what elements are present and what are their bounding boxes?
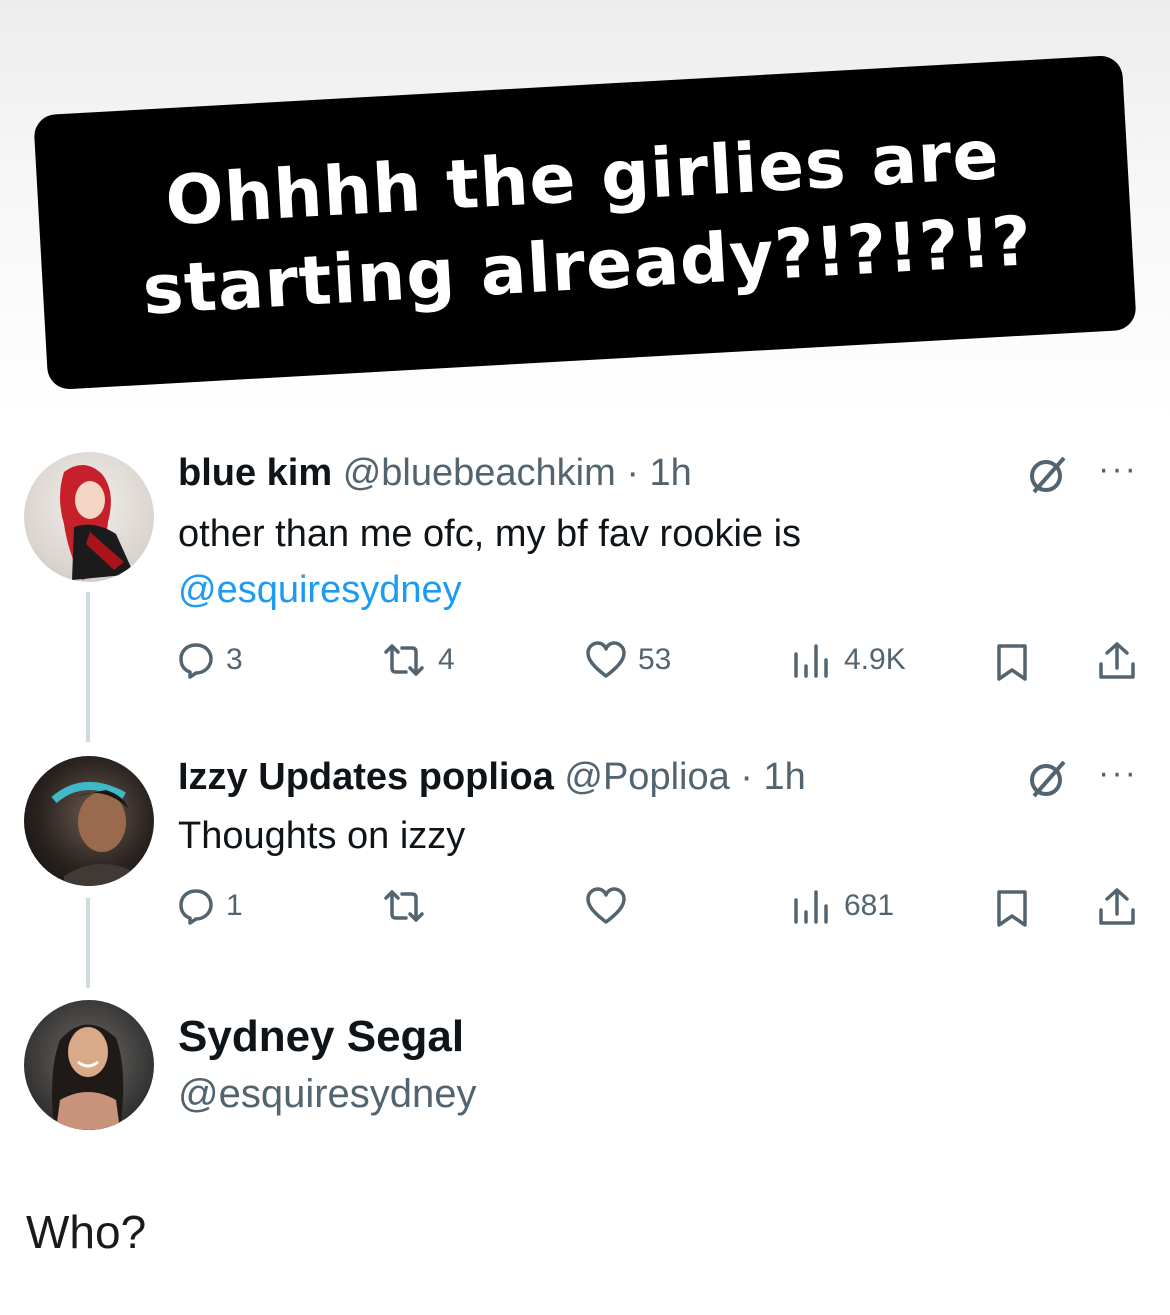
repost-button[interactable] [380,886,428,926]
avatar-photo [60,464,134,580]
tweet-text: other than me ofc, my bf fav rookie is @… [178,506,801,618]
bookmark-button[interactable] [994,642,1030,682]
share-icon [1099,888,1135,925]
like-button[interactable]: 53 [584,640,671,680]
tweet-body: Thoughts on izzy [178,815,466,857]
tweet-text: Thoughts on izzy [178,808,465,864]
grok-icon[interactable] [1026,452,1070,501]
reply-count: 1 [226,889,243,922]
repost-button[interactable]: 4 [380,640,455,680]
views-button[interactable]: 4.9K [790,640,906,680]
heart-icon [586,641,626,678]
more-icon[interactable]: ··· [1098,450,1138,489]
views-icon [794,890,828,924]
reply-count: 3 [226,643,243,676]
author-meta[interactable]: @bluebeachkim · 1h [343,452,692,494]
reply-icon [179,643,213,679]
repost-icon [384,890,424,922]
views-button[interactable]: 681 [790,886,894,926]
reply-icon [179,889,213,925]
mention-link[interactable]: @esquiresydney [178,562,801,618]
tweet-body: other than me ofc, my bf fav rookie is [178,513,802,555]
more-icon[interactable]: ··· [1098,754,1138,793]
view-count: 681 [844,889,895,922]
author-meta[interactable]: @Poplioa · 1h [564,756,805,798]
profile-handle[interactable]: @esquiresydney [178,1072,477,1117]
avatar-photo [51,781,142,886]
like-button[interactable] [584,886,628,926]
tweet-header: Izzy Updates poplioa @Poplioa · 1h [178,756,806,799]
author-name[interactable]: blue kim [178,452,332,494]
share-icon [1099,642,1135,679]
footer-question: Who? [26,1206,147,1258]
share-button[interactable] [1096,640,1138,682]
reply-button[interactable]: 3 [176,640,243,680]
avatar[interactable] [24,756,154,886]
share-button[interactable] [1096,886,1138,928]
avatar[interactable] [24,452,154,582]
thread-line [86,592,90,742]
bookmark-icon [997,644,1027,681]
bookmark-icon [997,890,1027,927]
reply-button[interactable]: 1 [176,886,243,926]
like-count: 53 [638,643,672,676]
repost-count: 4 [438,643,455,676]
view-count: 4.9K [844,643,906,676]
author-name[interactable]: Izzy Updates poplioa [178,756,554,798]
heart-icon [586,887,626,924]
repost-icon [384,644,424,676]
profile-name[interactable]: Sydney Segal [178,1012,464,1062]
bookmark-button[interactable] [994,888,1030,928]
avatar[interactable] [24,1000,154,1130]
tweet-header: blue kim @bluebeachkim · 1h [178,452,692,495]
avatar-photo [52,1024,124,1130]
thread-line [86,898,90,988]
views-icon [794,644,828,678]
grok-icon[interactable] [1026,756,1070,805]
